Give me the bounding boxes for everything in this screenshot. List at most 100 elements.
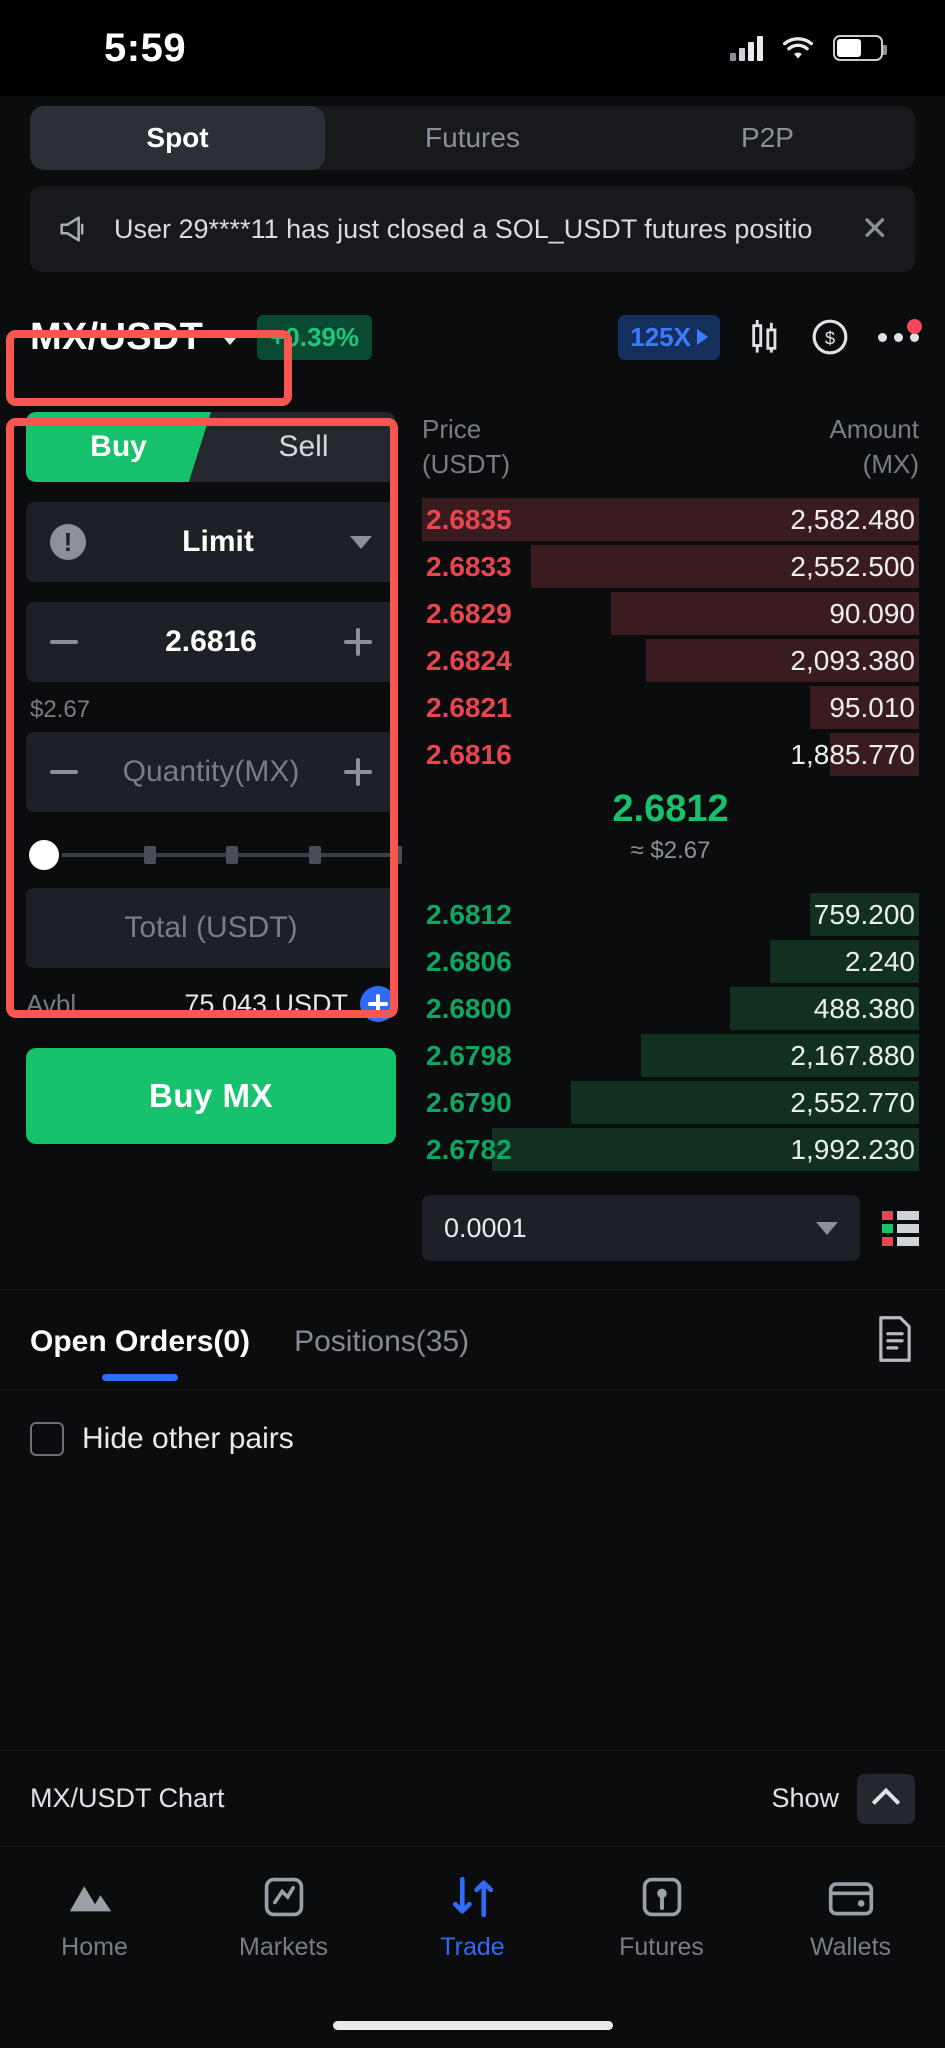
- leverage-button[interactable]: 125X: [618, 314, 720, 360]
- tab-open-orders[interactable]: Open Orders(0): [30, 1325, 250, 1381]
- play-arrow-icon: [697, 329, 708, 345]
- order-book: Price (USDT) Amount (MX) 2.6835 2,582.480…: [396, 390, 919, 1262]
- price-decrement-button[interactable]: [50, 640, 78, 644]
- available-value: 75.043 USDT: [184, 988, 348, 1019]
- pair-header-actions: 125X $: [618, 314, 922, 360]
- pair-header: MX/USDT +0.39% 125X $: [0, 294, 945, 380]
- hide-other-pairs-label: Hide other pairs: [82, 1422, 294, 1456]
- more-options-icon[interactable]: [878, 318, 922, 342]
- nav-label-futures: Futures: [619, 1933, 704, 1961]
- amount-slider[interactable]: [26, 826, 402, 884]
- order-book-row[interactable]: 2.6824 2,093.380: [422, 637, 919, 684]
- order-book-price: 2.6833: [426, 550, 512, 582]
- order-form: Buy Sell ! Limit 2.6816 $2.67 Quantity(M…: [26, 390, 402, 1261]
- order-book-price: 2.6782: [426, 1133, 512, 1165]
- order-book-row[interactable]: 2.6798 2,167.880: [422, 1032, 919, 1079]
- order-book-price: 2.6812: [426, 898, 512, 930]
- available-balance-row: Avbl 75.043 USDT: [26, 986, 396, 1022]
- order-book-row[interactable]: 2.6833 2,552.500: [422, 543, 919, 590]
- chart-title: MX/USDT Chart: [30, 1783, 225, 1813]
- hide-other-pairs-checkbox[interactable]: [30, 1422, 64, 1457]
- orders-section: Open Orders(0) Positions(35) Hide other …: [0, 1289, 945, 1488]
- bottom-nav: Home Markets Trade Futures Wallets: [0, 1846, 945, 2048]
- announcement-banner[interactable]: User 29****11 has just closed a SOL_USDT…: [30, 186, 915, 272]
- order-book-header: Price (USDT) Amount (MX): [422, 412, 919, 482]
- chevron-up-icon[interactable]: [857, 1773, 915, 1824]
- order-book-row[interactable]: 2.6790 2,552.770: [422, 1079, 919, 1126]
- nav-item-trade[interactable]: Trade: [378, 1873, 567, 1962]
- slider-handle[interactable]: [26, 837, 62, 873]
- nav-label-trade: Trade: [440, 1933, 505, 1961]
- wifi-icon: [783, 37, 813, 59]
- chart-bar[interactable]: MX/USDT Chart Show: [0, 1750, 945, 1846]
- info-icon[interactable]: !: [50, 524, 86, 560]
- tick-size-select[interactable]: 0.0001: [422, 1195, 860, 1262]
- order-book-footer: 0.0001: [422, 1195, 919, 1262]
- order-type-select[interactable]: ! Limit: [26, 502, 396, 582]
- order-book-row[interactable]: 2.6835 2,582.480: [422, 496, 919, 543]
- chevron-down-icon[interactable]: [350, 535, 372, 549]
- price-input[interactable]: 2.6816: [26, 602, 396, 682]
- price-change-badge: +0.39%: [257, 314, 373, 360]
- order-book-row[interactable]: 2.6806 2.240: [422, 938, 919, 985]
- column-price: Price: [422, 414, 482, 444]
- slider-tick-75: [309, 846, 321, 864]
- order-book-row[interactable]: 2.6821 95.010: [422, 684, 919, 731]
- chevron-down-icon[interactable]: [217, 329, 244, 345]
- buy-tab[interactable]: Buy: [26, 412, 211, 482]
- order-book-price: 2.6824: [426, 644, 512, 676]
- nav-item-markets[interactable]: Markets: [189, 1873, 378, 1962]
- chevron-down-icon[interactable]: [816, 1221, 838, 1235]
- tab-futures[interactable]: Futures: [325, 106, 620, 170]
- home-indicator: [332, 2021, 613, 2030]
- order-book-price: 2.6816: [426, 738, 512, 770]
- buy-sell-toggle: Buy Sell: [26, 412, 396, 482]
- nav-item-futures[interactable]: Futures: [567, 1873, 756, 1962]
- tab-spot[interactable]: Spot: [30, 106, 325, 170]
- nav-label-markets: Markets: [239, 1933, 328, 1961]
- candlestick-icon[interactable]: [748, 317, 782, 357]
- order-book-row[interactable]: 2.6782 1,992.230: [422, 1126, 919, 1173]
- nav-item-home[interactable]: Home: [0, 1873, 189, 1962]
- order-book-amount: 1,885.770: [790, 738, 915, 770]
- close-icon[interactable]: ✕: [847, 209, 890, 249]
- mid-price-usd: ≈ $2.67: [630, 837, 711, 865]
- quantity-increment-button[interactable]: [344, 758, 372, 786]
- total-input[interactable]: Total (USDT): [26, 888, 396, 968]
- column-amount-unit: (MX): [862, 449, 919, 480]
- tick-size-value: 0.0001: [444, 1212, 527, 1243]
- order-book-row[interactable]: 2.6800 488.380: [422, 985, 919, 1032]
- order-book-row[interactable]: 2.6829 90.090: [422, 590, 919, 637]
- chart-show-label[interactable]: Show: [771, 1783, 839, 1814]
- order-book-price: 2.6835: [426, 503, 512, 535]
- pair-symbol: MX/USDT: [30, 315, 204, 358]
- available-label: Avbl: [26, 988, 77, 1019]
- tab-p2p[interactable]: P2P: [620, 106, 915, 170]
- tab-positions[interactable]: Positions(35): [294, 1325, 469, 1381]
- add-funds-icon[interactable]: [360, 986, 396, 1022]
- order-book-price: 2.6800: [426, 992, 512, 1024]
- price-increment-button[interactable]: [344, 628, 372, 656]
- depth-view-icon[interactable]: [882, 1210, 919, 1246]
- hide-other-pairs-row[interactable]: Hide other pairs: [0, 1390, 945, 1488]
- sell-tab[interactable]: Sell: [189, 412, 396, 482]
- price-value: 2.6816: [165, 625, 257, 658]
- order-book-row[interactable]: 2.6816 1,885.770: [422, 731, 919, 778]
- wallets-icon: [827, 1873, 875, 1921]
- submit-buy-button[interactable]: Buy MX: [26, 1048, 396, 1144]
- quantity-input[interactable]: Quantity(MX): [26, 732, 396, 812]
- slider-tick-25: [144, 846, 156, 864]
- document-icon[interactable]: [875, 1316, 915, 1367]
- pair-selector[interactable]: MX/USDT +0.39%: [0, 314, 373, 360]
- quantity-placeholder: Quantity(MX): [122, 755, 300, 788]
- nav-item-wallets[interactable]: Wallets: [756, 1873, 945, 1962]
- dollar-circle-icon[interactable]: $: [810, 317, 850, 357]
- order-book-price: 2.6806: [426, 945, 512, 977]
- mid-price-value: 2.6812: [612, 788, 729, 831]
- order-book-row[interactable]: 2.6812 759.200: [422, 891, 919, 938]
- order-book-amount: 2,552.770: [790, 1086, 915, 1118]
- trade-icon: [448, 1873, 498, 1921]
- home-icon: [68, 1873, 122, 1921]
- quantity-decrement-button[interactable]: [50, 770, 78, 774]
- nav-label-home: Home: [61, 1933, 128, 1961]
